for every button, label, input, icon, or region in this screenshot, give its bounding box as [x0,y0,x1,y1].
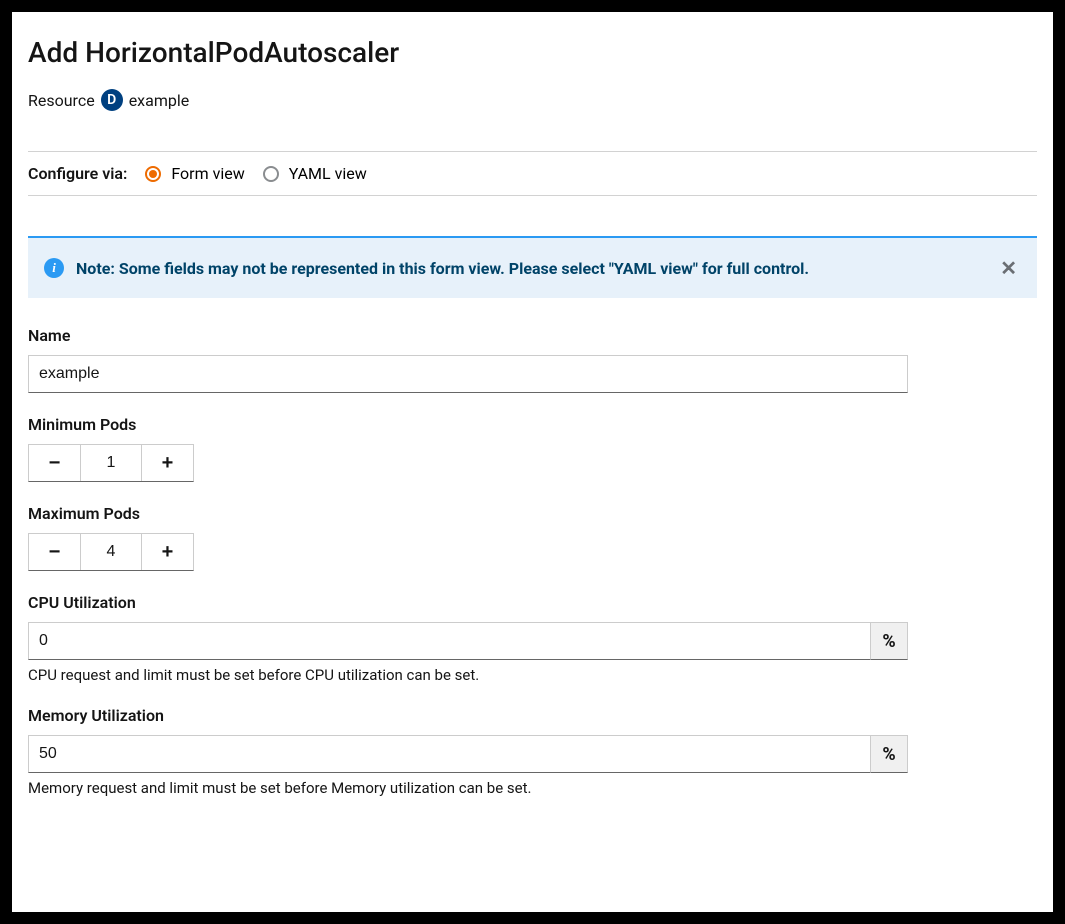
max-pods-spinner: − + [28,533,194,571]
configure-via-label: Configure via: [28,164,127,183]
info-icon: i [44,258,64,278]
plus-icon: + [162,541,174,564]
cpu-util-help: CPU request and limit must be set before… [28,666,1037,684]
radio-yaml-view-label: YAML view [289,164,367,183]
min-pods-group: Minimum Pods − + [28,415,1037,482]
mem-util-label: Memory Utilization [28,706,1037,725]
name-field-group: Name [28,326,1037,393]
min-pods-spinner: − + [28,444,194,482]
resource-label: Resource [28,91,95,110]
radio-unselected-icon [263,166,279,182]
name-input[interactable] [28,355,908,393]
min-pods-decrement-button[interactable]: − [29,445,81,481]
radio-yaml-view[interactable]: YAML view [263,164,367,183]
radio-form-view-label: Form view [171,164,244,183]
minus-icon: − [49,452,61,475]
min-pods-label: Minimum Pods [28,415,1037,434]
resource-name: example [129,91,190,110]
minus-icon: − [49,541,61,564]
mem-util-help: Memory request and limit must be set bef… [28,779,1037,797]
plus-icon: + [162,452,174,475]
mem-util-group: Memory Utilization % Memory request and … [28,706,1037,797]
percent-suffix: % [870,735,908,773]
min-pods-increment-button[interactable]: + [141,445,193,481]
cpu-util-label: CPU Utilization [28,593,1037,612]
radio-form-view[interactable]: Form view [145,164,244,183]
min-pods-input[interactable] [81,445,141,481]
close-icon[interactable]: ✕ [996,256,1021,280]
max-pods-input[interactable] [81,534,141,570]
page-title: Add HorizontalPodAutoscaler [28,36,1037,69]
name-label: Name [28,326,1037,345]
percent-suffix: % [870,622,908,660]
info-alert-text: Note: Some fields may not be represented… [76,259,996,278]
cpu-util-input[interactable] [28,622,870,660]
max-pods-decrement-button[interactable]: − [29,534,81,570]
max-pods-label: Maximum Pods [28,504,1037,523]
mem-util-input-wrap: % [28,735,908,773]
mem-util-input[interactable] [28,735,870,773]
configure-via-row: Configure via: Form view YAML view [28,151,1037,196]
cpu-util-group: CPU Utilization % CPU request and limit … [28,593,1037,684]
radio-selected-icon [145,166,161,182]
max-pods-group: Maximum Pods − + [28,504,1037,571]
resource-line: Resource D example [28,89,1037,111]
deployment-badge-icon: D [101,89,123,111]
cpu-util-input-wrap: % [28,622,908,660]
max-pods-increment-button[interactable]: + [141,534,193,570]
info-alert: i Note: Some fields may not be represent… [28,236,1037,298]
